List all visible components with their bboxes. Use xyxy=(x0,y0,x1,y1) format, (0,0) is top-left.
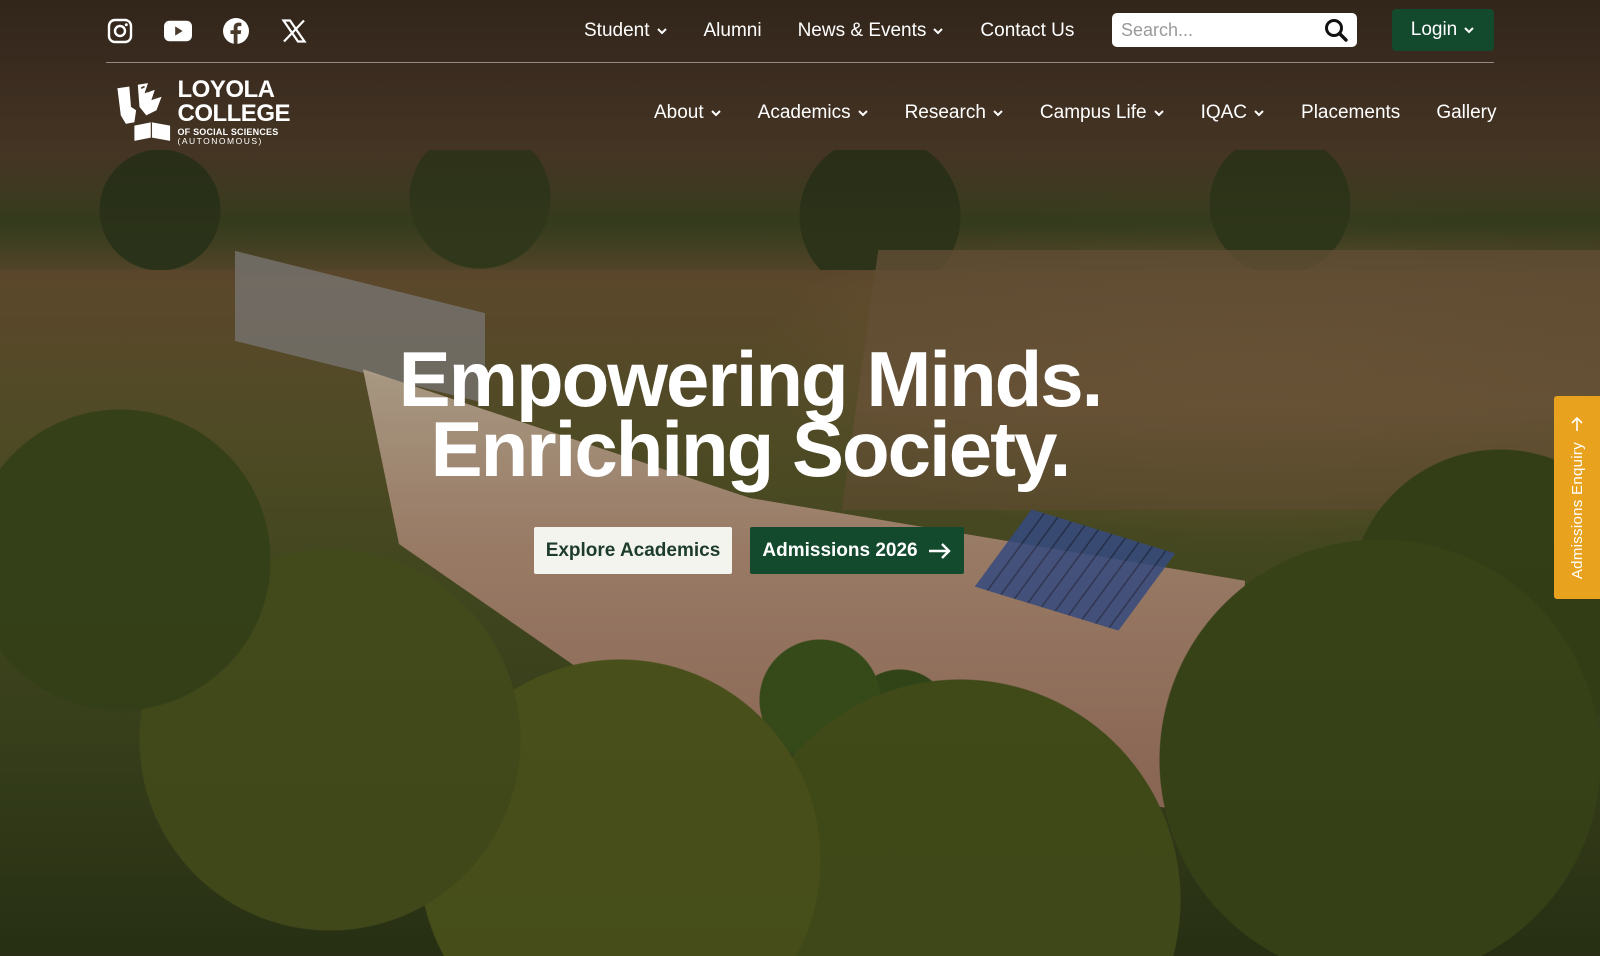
youtube-icon[interactable] xyxy=(164,17,192,45)
chevron-down-icon xyxy=(1254,110,1264,117)
utility-nav: Student Alumni News & Events Contact Us xyxy=(584,0,1074,62)
nav-campus-life-label: Campus Life xyxy=(1039,102,1147,123)
nav-gallery-label: Gallery xyxy=(1436,102,1497,123)
chevron-down-icon xyxy=(857,110,868,117)
nav-student[interactable]: Student xyxy=(584,20,668,42)
login-button[interactable]: Login xyxy=(1392,9,1494,51)
logo-line-4: (AUTONOMOUS) xyxy=(177,136,263,147)
search-icon[interactable] xyxy=(1323,17,1349,43)
logo-line-2: COLLEGE xyxy=(177,100,290,128)
search-input[interactable] xyxy=(1112,13,1312,47)
hero-headline-line-2: Enriching Society. xyxy=(430,405,1072,493)
explore-academics-button[interactable]: Explore Academics xyxy=(534,527,732,574)
nav-academics[interactable]: Academics xyxy=(758,102,869,124)
nav-news-events[interactable]: News & Events xyxy=(798,20,945,42)
chevron-down-icon xyxy=(993,110,1003,117)
arrow-up-icon xyxy=(1571,416,1583,431)
nav-campus-life[interactable]: Campus Life xyxy=(1040,102,1165,124)
nav-news-events-label: News & Events xyxy=(797,20,927,41)
facebook-icon[interactable] xyxy=(222,17,250,45)
social-links xyxy=(106,17,308,45)
nav-placements[interactable]: Placements xyxy=(1301,102,1400,124)
nav-about[interactable]: About xyxy=(654,102,722,124)
chevron-down-icon xyxy=(1153,110,1164,117)
nav-alumni-label: Alumni xyxy=(703,20,762,41)
explore-academics-label: Explore Academics xyxy=(545,539,721,561)
main-nav: About Academics Research Campus Life IQA… xyxy=(654,96,1497,130)
nav-academics-label: Academics xyxy=(757,102,851,123)
nav-placements-label: Placements xyxy=(1301,102,1401,123)
logo-hands-book-icon xyxy=(117,83,171,141)
top-bar: Student Alumni News & Events Contact Us … xyxy=(106,0,1494,63)
chevron-down-icon xyxy=(656,28,667,35)
hero-headline: Empowering Minds. Enriching Society. xyxy=(300,335,1200,493)
nav-research[interactable]: Research xyxy=(905,102,1004,124)
nav-alumni[interactable]: Alumni xyxy=(704,20,762,42)
nav-about-label: About xyxy=(654,102,704,123)
search-box xyxy=(1112,13,1357,47)
admissions-enquiry-tab[interactable]: Admissions Enquiry xyxy=(1554,396,1600,599)
nav-gallery[interactable]: Gallery xyxy=(1436,102,1496,124)
logo-line-1: LOYOLA xyxy=(177,76,275,104)
login-label: Login xyxy=(1410,19,1458,40)
hero-headline-line-1: Empowering Minds. xyxy=(398,335,1104,423)
arrow-right-icon xyxy=(928,542,951,559)
admissions-label: Admissions 2026 xyxy=(762,539,918,561)
logo-wordmark: LOYOLA COLLEGE OF SOCIAL SCIENCES (AUTON… xyxy=(177,78,290,146)
college-logo[interactable]: LOYOLA COLLEGE OF SOCIAL SCIENCES (AUTON… xyxy=(114,76,290,148)
admissions-enquiry-label: Admissions Enquiry xyxy=(1568,441,1586,580)
nav-iqac[interactable]: IQAC xyxy=(1201,102,1265,124)
nav-contact-us-label: Contact Us xyxy=(980,20,1075,41)
nav-research-label: Research xyxy=(904,102,986,123)
nav-student-label: Student xyxy=(584,20,650,41)
chevron-down-icon xyxy=(710,110,721,117)
chevron-down-icon xyxy=(933,28,944,35)
x-twitter-icon[interactable] xyxy=(280,17,308,45)
instagram-icon[interactable] xyxy=(106,17,134,45)
nav-iqac-label: IQAC xyxy=(1200,102,1248,123)
admissions-button[interactable]: Admissions 2026 xyxy=(750,527,964,574)
chevron-down-icon xyxy=(1464,27,1474,34)
nav-contact-us[interactable]: Contact Us xyxy=(980,20,1074,42)
